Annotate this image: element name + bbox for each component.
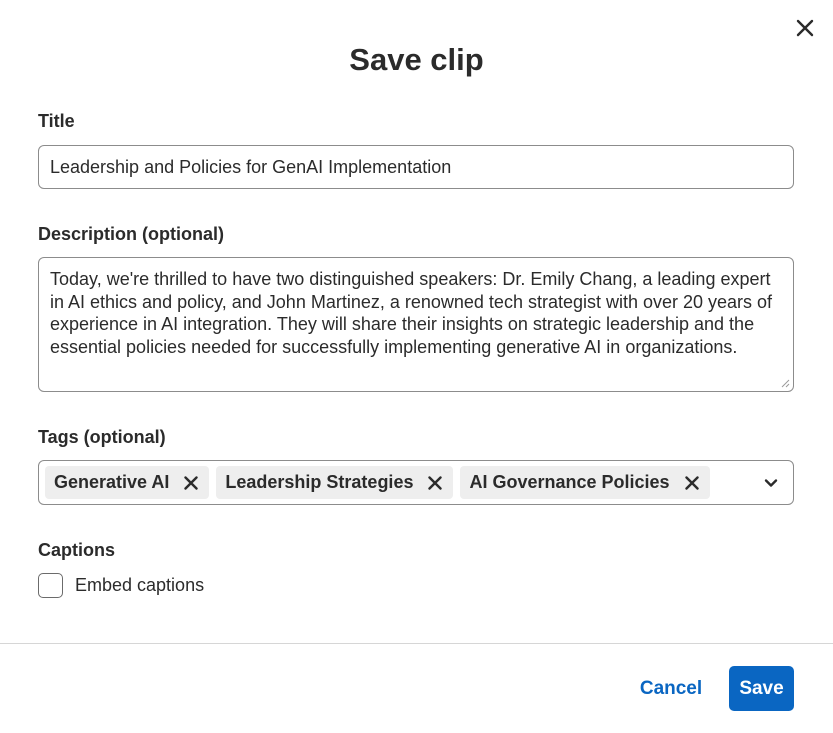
- tag-chip: AI Governance Policies: [460, 466, 710, 499]
- tag-chip: Generative AI: [45, 466, 210, 499]
- close-icon: [184, 475, 199, 490]
- save-button[interactable]: Save: [729, 666, 794, 711]
- title-label: Title: [38, 111, 75, 131]
- embed-captions-checkbox[interactable]: [38, 573, 63, 598]
- title-input[interactable]: [38, 145, 794, 189]
- description-label: Description (optional): [38, 224, 224, 244]
- tags-label: Tags (optional): [38, 427, 166, 447]
- cancel-button[interactable]: Cancel: [631, 666, 711, 711]
- close-icon: [428, 475, 443, 490]
- remove-tag-button[interactable]: [183, 475, 199, 491]
- description-textarea[interactable]: Today, we're thrilled to have two distin…: [38, 257, 794, 392]
- tags-dropdown-button[interactable]: [763, 475, 779, 491]
- description-text: Today, we're thrilled to have two distin…: [50, 269, 773, 357]
- dialog-title: Save clip: [349, 42, 484, 77]
- close-icon: [684, 475, 699, 490]
- captions-label: Captions: [38, 540, 116, 560]
- tag-chip: Leadership Strategies: [216, 466, 454, 499]
- resize-handle-icon[interactable]: [780, 378, 790, 388]
- tag-label: AI Governance Policies: [469, 472, 670, 492]
- save-clip-dialog: Save clip Title Description (optional) T…: [0, 0, 833, 733]
- tag-label: Leadership Strategies: [225, 472, 414, 492]
- tag-label: Generative AI: [54, 472, 170, 492]
- close-icon: [796, 19, 814, 37]
- embed-captions-label[interactable]: Embed captions: [75, 575, 204, 596]
- footer-divider: [0, 643, 833, 644]
- chevron-down-icon: [764, 478, 778, 487]
- close-button[interactable]: [793, 16, 817, 40]
- tags-select[interactable]: Generative AI Leadership Strategies AI G…: [38, 460, 794, 505]
- remove-tag-button[interactable]: [427, 475, 443, 491]
- embed-captions-row[interactable]: Embed captions: [38, 573, 204, 598]
- remove-tag-button[interactable]: [684, 475, 700, 491]
